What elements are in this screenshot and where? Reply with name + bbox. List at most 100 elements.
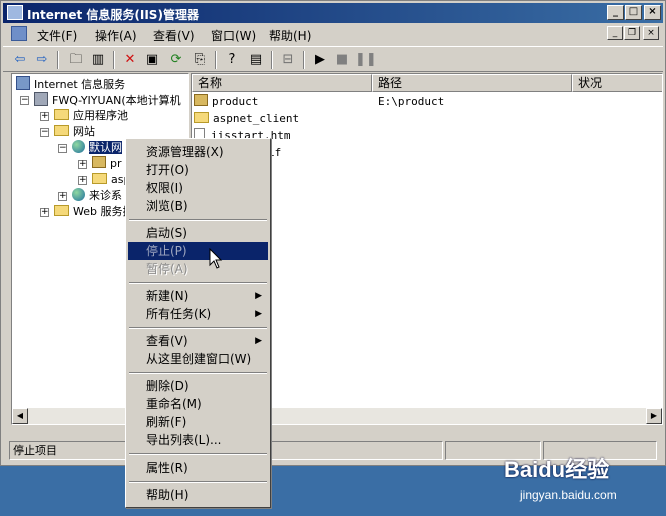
expand-icon[interactable]: + <box>58 192 67 201</box>
tree-web-extensions[interactable]: Web 服务扩 <box>54 204 133 220</box>
iis-icon <box>16 76 30 90</box>
mdi-restore-button[interactable]: ❐ <box>624 26 640 40</box>
collapse-icon[interactable]: − <box>58 144 67 153</box>
list-item-path: E:\product <box>378 95 445 108</box>
iis-app-icon <box>7 5 23 20</box>
scroll-right-icon[interactable]: ▶ <box>646 408 662 424</box>
expand-icon[interactable]: + <box>40 208 49 217</box>
menu-item-start[interactable]: 启动(S) <box>128 224 268 242</box>
toolbar-separator <box>215 51 217 69</box>
folder-icon <box>54 125 69 136</box>
menu-item-pause[interactable]: 暂停(A) <box>128 260 268 278</box>
tree-default-site[interactable]: 默认网 <box>72 140 122 156</box>
list-item[interactable]: product <box>194 93 258 110</box>
submenu-arrow-icon: ▶ <box>255 309 262 319</box>
console-icon[interactable]: ▤ <box>247 51 265 69</box>
menu-item-permissions[interactable]: 权限(I) <box>128 179 268 197</box>
menu-action[interactable]: 操作(A) <box>95 27 137 44</box>
menu-item-properties[interactable]: 属性(R) <box>128 459 268 477</box>
menu-file[interactable]: 文件(F) <box>37 27 77 44</box>
tree-child-product[interactable]: pr <box>92 156 122 172</box>
scroll-left-icon[interactable]: ◀ <box>12 408 28 424</box>
server-icon <box>34 92 48 106</box>
menu-item-open[interactable]: 打开(O) <box>128 161 268 179</box>
tree-server[interactable]: FWQ-YIYUAN(本地计算机 <box>34 92 181 108</box>
pause-icon[interactable]: ❚❚ <box>355 51 377 69</box>
column-header-status[interactable]: 状况 <box>572 74 662 92</box>
toolbar-separator <box>57 51 59 69</box>
refresh-icon[interactable]: ⟳ <box>167 51 185 69</box>
submenu-arrow-icon: ▶ <box>255 291 262 301</box>
column-header-path[interactable]: 路径 <box>372 74 572 92</box>
menu-item-refresh[interactable]: 刷新(F) <box>128 413 268 431</box>
delete-icon[interactable]: ✕ <box>121 51 139 69</box>
menu-item-stop[interactable]: 停止(P) <box>128 242 268 260</box>
expand-icon[interactable]: + <box>40 112 49 121</box>
menu-view[interactable]: 查看(V) <box>153 27 195 44</box>
menu-item-export-list[interactable]: 导出列表(L)... <box>128 431 268 449</box>
menu-item-new-window[interactable]: 从这里创建窗口(W) <box>128 350 268 368</box>
package-icon <box>194 94 208 106</box>
watermark-url: jingyan.baidu.com <box>520 488 617 502</box>
menu-item-browse[interactable]: 浏览(B) <box>128 197 268 215</box>
menu-item-rename[interactable]: 重命名(M) <box>128 395 268 413</box>
mdi-close-button[interactable]: × <box>643 26 659 40</box>
baidu-watermark: Baidu经验 jingyan.baidu.com <box>500 448 660 512</box>
forward-arrow-icon[interactable]: ⇨ <box>33 51 51 69</box>
properties-icon[interactable]: ▣ <box>143 51 161 69</box>
menu-item-all-tasks[interactable]: 所有任务(K) ▶ <box>128 305 268 323</box>
collapse-icon[interactable]: − <box>40 128 49 137</box>
column-header-name[interactable]: 名称 <box>192 74 372 92</box>
title-bar[interactable]: Internet 信息服务(IIS)管理器 _ □ × <box>3 3 663 23</box>
menu-separator <box>129 282 267 284</box>
iis-manager-window: Internet 信息服务(IIS)管理器 _ □ × 文件(F) 操作(A) … <box>0 0 666 466</box>
menu-item-view[interactable]: 查看(V) ▶ <box>128 332 268 350</box>
folder-icon <box>54 109 69 120</box>
tree-root[interactable]: Internet 信息服务 <box>16 76 125 92</box>
context-menu: 资源管理器(X) 打开(O) 权限(I) 浏览(B) 启动(S) 停止(P) 暂… <box>125 138 271 508</box>
menu-separator <box>129 481 267 483</box>
tree-websites[interactable]: 网站 <box>54 124 95 140</box>
toolbar-separator <box>113 51 115 69</box>
menu-window[interactable]: 窗口(W) <box>211 27 256 44</box>
menu-bar: 文件(F) 操作(A) 查看(V) 窗口(W) 帮助(H) _ ❐ × <box>3 24 663 44</box>
folder-icon <box>92 173 107 184</box>
tree-app-pools[interactable]: 应用程序池 <box>54 108 128 124</box>
menu-help[interactable]: 帮助(H) <box>269 27 311 44</box>
export-icon[interactable]: ⎘ <box>191 51 209 69</box>
play-icon[interactable]: ▶ <box>311 51 329 69</box>
package-icon <box>92 156 106 168</box>
menu-separator <box>129 372 267 374</box>
window-title: Internet 信息服务(IIS)管理器 <box>27 8 199 22</box>
list-item[interactable]: aspnet_client <box>194 110 299 127</box>
up-folder-icon[interactable]: 🗀 <box>67 51 85 69</box>
back-arrow-icon[interactable]: ⇦ <box>11 51 29 69</box>
computer-icon[interactable]: ⊟ <box>279 51 297 69</box>
menu-item-help[interactable]: 帮助(H) <box>128 486 268 504</box>
maximize-button[interactable]: □ <box>625 5 642 20</box>
menu-separator <box>129 453 267 455</box>
collapse-icon[interactable]: − <box>20 96 29 105</box>
folder-icon <box>194 112 209 123</box>
help-icon[interactable]: ? <box>223 51 241 69</box>
toolbar: ⇦ ⇨ 🗀 ▥ ✕ ▣ ⟳ ⎘ ? ▤ ⊟ ▶ ■ ❚❚ <box>3 46 663 72</box>
folder-icon <box>54 205 69 216</box>
minimize-button[interactable]: _ <box>607 5 624 20</box>
mouse-cursor-icon <box>209 248 223 269</box>
menu-item-delete[interactable]: 删除(D) <box>128 377 268 395</box>
expand-icon[interactable]: + <box>78 176 87 185</box>
menu-item-explorer[interactable]: 资源管理器(X) <box>128 143 268 161</box>
menu-item-new[interactable]: 新建(N) ▶ <box>128 287 268 305</box>
stop-icon[interactable]: ■ <box>333 51 351 69</box>
menu-separator <box>129 219 267 221</box>
tree-site2[interactable]: 来诊系 <box>72 188 122 204</box>
close-button[interactable]: × <box>644 5 661 20</box>
globe-icon <box>72 188 85 201</box>
console-menu-icon[interactable] <box>11 26 27 41</box>
show-tree-icon[interactable]: ▥ <box>89 51 107 69</box>
toolbar-separator <box>303 51 305 69</box>
expand-icon[interactable]: + <box>78 160 87 169</box>
toolbar-separator <box>271 51 273 69</box>
globe-icon <box>72 140 85 153</box>
mdi-minimize-button[interactable]: _ <box>607 26 623 40</box>
